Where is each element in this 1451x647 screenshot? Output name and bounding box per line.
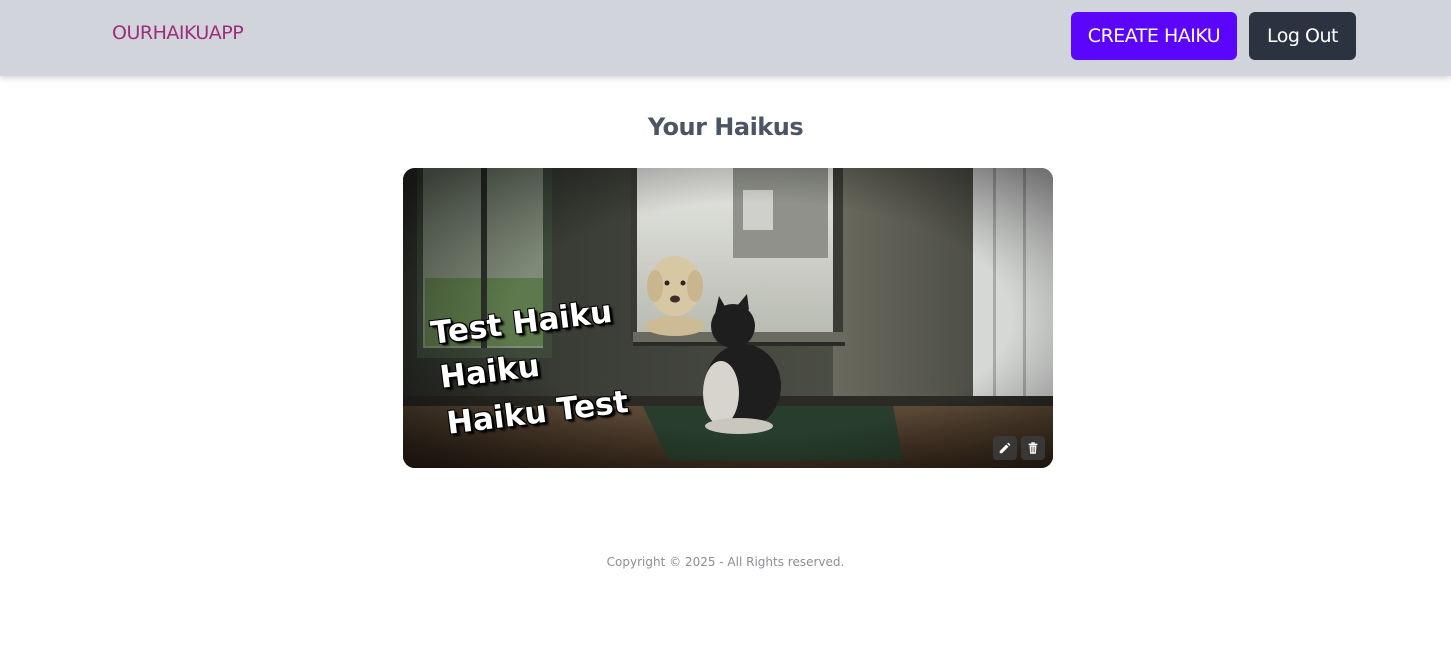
haiku-line-1: Test Haiku <box>428 293 615 352</box>
brand-logo-link[interactable]: OURHAIKUAPP <box>112 22 244 44</box>
haiku-card-actions <box>993 436 1045 460</box>
delete-haiku-button[interactable] <box>1021 436 1045 460</box>
log-out-button[interactable]: Log Out <box>1249 12 1356 60</box>
navbar: OURHAIKUAPP CREATE HAIKU Log Out <box>0 0 1451 76</box>
edit-haiku-button[interactable] <box>993 436 1017 460</box>
page-title: Your Haikus <box>647 113 804 141</box>
footer-copyright: Copyright © 2025 - All Rights reserved. <box>606 555 845 569</box>
trash-icon <box>1028 442 1038 454</box>
haiku-line-3: Haiku Test <box>444 383 631 442</box>
haiku-line-2: Haiku <box>437 347 542 396</box>
create-haiku-button[interactable]: CREATE HAIKU <box>1071 12 1237 60</box>
haiku-card: Test Haiku Haiku Haiku Test <box>403 168 1053 468</box>
pencil-icon <box>999 442 1011 454</box>
haiku-text-overlay: Test Haiku Haiku Haiku Test <box>403 168 1053 468</box>
